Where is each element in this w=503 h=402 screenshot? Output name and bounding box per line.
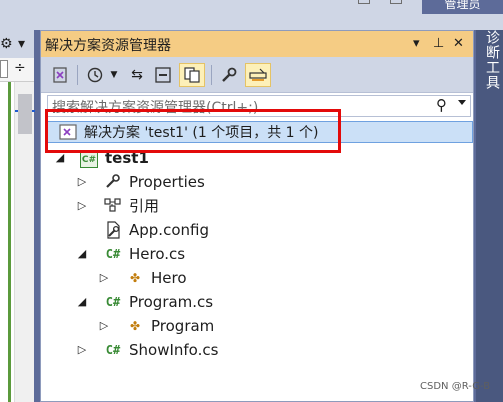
expand-arrow-icon[interactable]: ▷ bbox=[97, 318, 111, 334]
csharp-icon: C# bbox=[105, 247, 121, 261]
tree-item-label: Program.cs bbox=[129, 293, 214, 311]
wrench-icon bbox=[103, 173, 123, 191]
csharp-icon: C# bbox=[105, 295, 121, 309]
window-menu-icon[interactable]: ▾ bbox=[413, 35, 420, 53]
collapse-arrow-icon[interactable]: ◢ bbox=[75, 294, 89, 310]
highlight-box bbox=[45, 109, 341, 153]
tree-item-label: ShowInfo.cs bbox=[129, 341, 219, 359]
tree-item-program-class[interactable]: ▷ ✤ Program bbox=[41, 315, 473, 337]
diagnostic-tools-tab[interactable]: 诊断工具 bbox=[476, 30, 503, 402]
vs-switch-icon[interactable] bbox=[47, 63, 73, 87]
tree-item-label: 引用 bbox=[129, 197, 160, 215]
tree-item-label: App.config bbox=[129, 221, 209, 239]
wrench-icon[interactable] bbox=[217, 63, 241, 87]
history-icon[interactable] bbox=[83, 63, 107, 87]
expand-arrow-icon[interactable]: ▷ bbox=[75, 342, 89, 358]
expand-arrow-icon[interactable]: ▷ bbox=[75, 174, 89, 190]
top-strip: 管理员 bbox=[0, 0, 503, 30]
pin-icon[interactable]: ⊥ bbox=[433, 35, 444, 53]
maximize-icon[interactable] bbox=[390, 0, 402, 4]
tree-item-label: Hero.cs bbox=[129, 245, 186, 263]
tree-item-properties[interactable]: ▷ Properties bbox=[41, 171, 473, 193]
dropdown-icon[interactable]: ▼ bbox=[107, 63, 121, 87]
preview-icon[interactable] bbox=[245, 63, 271, 87]
panel-title: 解决方案资源管理器 bbox=[45, 38, 171, 54]
restore-icon[interactable] bbox=[358, 0, 370, 4]
panel-title-bar: 解决方案资源管理器 ▾ ⊥ ✕ bbox=[41, 31, 473, 57]
expand-arrow-icon[interactable]: ▷ bbox=[97, 270, 111, 286]
tree-item-showinfo-cs[interactable]: ▷ C# ShowInfo.cs bbox=[41, 339, 473, 361]
tree-item-references[interactable]: ▷ 引用 bbox=[41, 195, 473, 217]
tree-item-hero-class[interactable]: ▷ ✤ Hero bbox=[41, 267, 473, 289]
search-options-dropdown[interactable] bbox=[458, 100, 466, 105]
config-icon bbox=[103, 221, 123, 239]
collapse-icon[interactable] bbox=[151, 63, 175, 87]
solution-tree: 解决方案 'test1' (1 个项目，共 1 个) ◢ C# test1 ▷ … bbox=[41, 121, 473, 402]
class-icon: ✤ bbox=[129, 271, 141, 285]
diagnostic-tools-label: 诊断工具 bbox=[484, 30, 500, 90]
tree-item-label: Hero bbox=[151, 269, 187, 287]
sync-icon[interactable]: ⇆ bbox=[125, 63, 149, 87]
collapse-arrow-icon[interactable]: ◢ bbox=[75, 246, 89, 262]
close-icon[interactable]: ✕ bbox=[453, 35, 464, 53]
left-pane-toolbar: ÷ bbox=[0, 58, 34, 82]
split-icon[interactable]: ÷ bbox=[14, 60, 26, 76]
tree-item-label: Program bbox=[151, 317, 215, 335]
tree-item-program-cs[interactable]: ◢ C# Program.cs bbox=[41, 291, 473, 313]
dropdown-box[interactable] bbox=[0, 60, 8, 78]
left-pane-header: ⚙ ▾ bbox=[0, 32, 34, 56]
change-gutter bbox=[8, 82, 11, 402]
left-pane: ⚙ ▾ ÷ bbox=[0, 30, 35, 402]
toolbar: ▼ ⇆ bbox=[41, 57, 473, 93]
gear-icon[interactable]: ⚙ bbox=[0, 34, 13, 54]
search-icon[interactable]: ⚲ bbox=[436, 96, 447, 114]
scroll-thumb[interactable] bbox=[18, 94, 32, 134]
pin-icon[interactable]: ▾ bbox=[18, 34, 25, 54]
class-icon: ✤ bbox=[129, 319, 141, 333]
references-icon bbox=[103, 197, 123, 215]
login-button[interactable]: 管理员 bbox=[422, 0, 503, 14]
solution-explorer: 解决方案资源管理器 ▾ ⊥ ✕ ▼ ⇆ 搜索解决方案资源管理器(Ctrl+;) … bbox=[40, 30, 474, 402]
tree-item-app-config[interactable]: App.config bbox=[41, 219, 473, 241]
csharp-icon: C# bbox=[105, 343, 121, 357]
scrollbar[interactable] bbox=[14, 82, 35, 402]
expand-arrow-icon[interactable]: ▷ bbox=[75, 198, 89, 214]
show-all-files-icon[interactable] bbox=[179, 63, 205, 87]
tree-item-label: Properties bbox=[129, 173, 205, 191]
tree-item-hero-cs[interactable]: ◢ C# Hero.cs bbox=[41, 243, 473, 265]
watermark: CSDN @R-G-B bbox=[420, 381, 491, 392]
